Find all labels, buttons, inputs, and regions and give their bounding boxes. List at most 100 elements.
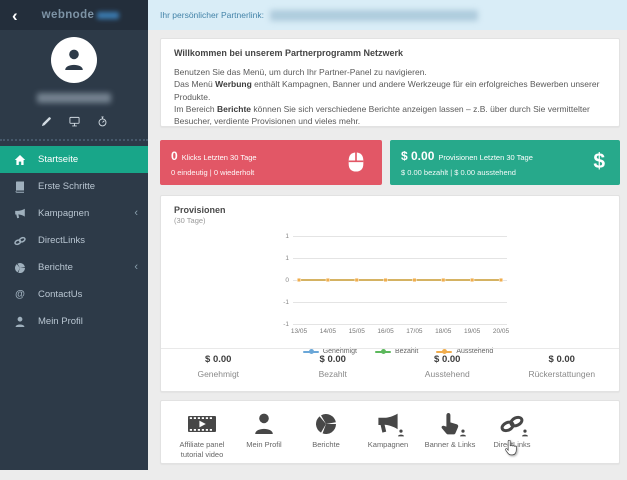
shortcut-banner-links[interactable]: Banner & Links — [419, 408, 481, 463]
commissions-label: Provisionen Letzten 30 Tage — [438, 153, 533, 162]
shortcut-berichte[interactable]: Berichte — [295, 408, 357, 463]
user-icon — [62, 48, 86, 72]
topbar: Ihr persönlicher Partnerlink: — [148, 0, 627, 30]
user-icon — [521, 429, 529, 437]
home-icon — [14, 154, 26, 166]
commissions-chart-panel: Provisionen (30 Tage) 1 1 0 -1 -1 13/05 14/05… — [160, 195, 620, 392]
x-tick-label: 14/05 — [319, 328, 336, 335]
monitor-icon[interactable] — [69, 116, 80, 127]
shortcut-label: Berichte — [312, 440, 340, 449]
summary-genehmigt: $ 0.00 Genehmigt — [161, 354, 276, 379]
summary-bezahlt: $ 0.00 Bezahlt — [276, 354, 391, 379]
clicks-card: 0 Klicks Letzten 30 Tage 0 eindeutig | 0 … — [160, 140, 382, 185]
summary-row: $ 0.00 Genehmigt $ 0.00 Bezahlt $ 0.00 A… — [161, 354, 619, 379]
dollar-icon: $ — [593, 150, 605, 173]
summary-label: Genehmigt — [197, 369, 240, 379]
sidebar-item-label: ContactUs — [38, 289, 83, 300]
pie-chart-icon — [14, 262, 26, 274]
chevron-left-icon: ‹ — [134, 261, 138, 273]
sidebar-item-berichte[interactable]: Berichte ‹ — [0, 254, 148, 281]
mouse-cursor-icon — [504, 440, 518, 456]
shortcut-label: Banner & Links — [424, 440, 476, 449]
y-tick-label: -1 — [283, 299, 289, 306]
sidebar-item-mein-profil[interactable]: Mein Profil — [0, 308, 148, 335]
pencil-icon[interactable] — [41, 116, 52, 127]
clicks-value: 0 — [171, 149, 178, 163]
welcome-line-3-bold: Berichte — [217, 103, 252, 114]
welcome-line-3: Im Bereich — [174, 103, 217, 114]
book-icon — [14, 181, 26, 193]
user-icon — [252, 412, 276, 436]
collapse-sidebar-icon[interactable]: ‹ — [12, 7, 18, 24]
shortcut-kampagnen[interactable]: Kampagnen — [357, 408, 419, 463]
avatar — [51, 37, 97, 83]
commissions-sub: $ 0.00 bezahlt | $ 0.00 ausstehend — [401, 168, 516, 177]
sidebar-menu: Startseite Erste Schritte Kampagnen ‹ Di… — [0, 141, 148, 335]
x-tick-label: 18/05 — [435, 328, 452, 335]
partner-link-redacted[interactable] — [269, 9, 478, 21]
x-tick-label: 19/05 — [464, 328, 481, 335]
user-icon — [14, 316, 26, 328]
chart-series — [296, 277, 504, 283]
pie-chart-icon — [314, 412, 338, 436]
sidebar-item-kampagnen[interactable]: Kampagnen ‹ — [0, 200, 148, 227]
profile-actions — [0, 116, 148, 127]
shortcut-tutorial-video[interactable]: Affiliate panel tutorial video — [171, 408, 233, 463]
sidebar-item-label: Berichte — [38, 262, 73, 273]
commissions-card: $ 0.00 Provisionen Letzten 30 Tage $ 0.00… — [390, 140, 620, 185]
film-video-icon — [187, 412, 217, 436]
clicks-sub: 0 eindeutig | 0 wiederholt — [171, 168, 255, 177]
chevron-left-icon: ‹ — [134, 207, 138, 219]
welcome-line-2: Das Menü — [174, 79, 216, 90]
legend-swatch — [374, 349, 391, 354]
commissions-value: $ 0.00 — [401, 149, 435, 163]
profile-name-redacted — [37, 93, 111, 103]
y-tick-label: 0 — [285, 277, 289, 284]
shortcut-mein-profil[interactable]: Mein Profil — [233, 408, 295, 463]
webnode-logo: webnode — [42, 9, 120, 21]
y-tick-label: 1 — [285, 233, 289, 240]
welcome-text: Benutzen Sie das Menü, um durch Ihr Part… — [174, 66, 606, 128]
sidebar-item-startseite[interactable]: Startseite — [0, 146, 148, 173]
summary-ausstehend: $ 0.00 Ausstehend — [390, 354, 505, 379]
sidebar-item-contactus[interactable]: @ ContactUs — [0, 281, 148, 308]
shortcut-label: Mein Profil — [246, 440, 282, 449]
summary-label: Rückerstattungen — [528, 369, 596, 379]
summary-label: Ausstehend — [424, 369, 470, 379]
sidebar: ‹ webnode Startseite Erste Schritte Kamp… — [0, 0, 148, 470]
x-tick-label: 13/05 — [290, 328, 308, 335]
user-icon — [459, 429, 467, 437]
welcome-title: Willkommen bei unserem Partnerprogramm N… — [174, 48, 403, 58]
sidebar-item-directlinks[interactable]: DirectLinks — [0, 227, 148, 254]
summary-label: Bezahlt — [318, 369, 347, 379]
x-tick-label: 20/05 — [492, 328, 510, 335]
at-icon: @ — [15, 288, 25, 300]
summary-value: $ 0.00 — [319, 354, 346, 365]
shortcuts-panel: Affiliate panel tutorial video Mein Prof… — [160, 400, 620, 464]
welcome-line-1: Benutzen Sie das Menü, um durch Ihr Part… — [174, 67, 427, 77]
clicks-label: Klicks Letzten 30 Tage — [181, 153, 257, 162]
legend-swatch — [302, 349, 319, 354]
summary-divider — [161, 348, 619, 349]
legend-swatch — [436, 349, 453, 354]
partner-link-label: Ihr persönlicher Partnerlink: — [160, 10, 264, 20]
profile-section — [0, 30, 148, 141]
sidebar-item-label: Startseite — [38, 154, 79, 165]
logo-text: webnode — [41, 9, 95, 21]
summary-value: $ 0.00 — [434, 354, 461, 365]
megaphone-icon — [14, 208, 26, 220]
logo-suffix-redacted — [97, 11, 120, 19]
y-tick-label: 1 — [285, 255, 289, 262]
sidebar-item-erste-schritte[interactable]: Erste Schritte — [0, 173, 148, 200]
chart: 1 1 0 -1 -1 13/05 14/05 15/05 16/05 17/05 18/05 19… — [273, 233, 523, 366]
sidebar-item-label: Erste Schritte — [38, 181, 96, 192]
x-tick-label: 17/05 — [406, 328, 423, 335]
stopwatch-icon[interactable] — [97, 116, 108, 127]
link-icon — [14, 235, 26, 247]
shortcut-label: Kampagnen — [367, 440, 409, 449]
summary-value: $ 0.00 — [205, 354, 232, 365]
chart-subtitle: (30 Tage) — [174, 216, 206, 225]
welcome-line-2-bold: Werbung — [215, 79, 252, 90]
y-tick-label: -1 — [283, 321, 289, 328]
summary-value: $ 0.00 — [548, 354, 575, 365]
